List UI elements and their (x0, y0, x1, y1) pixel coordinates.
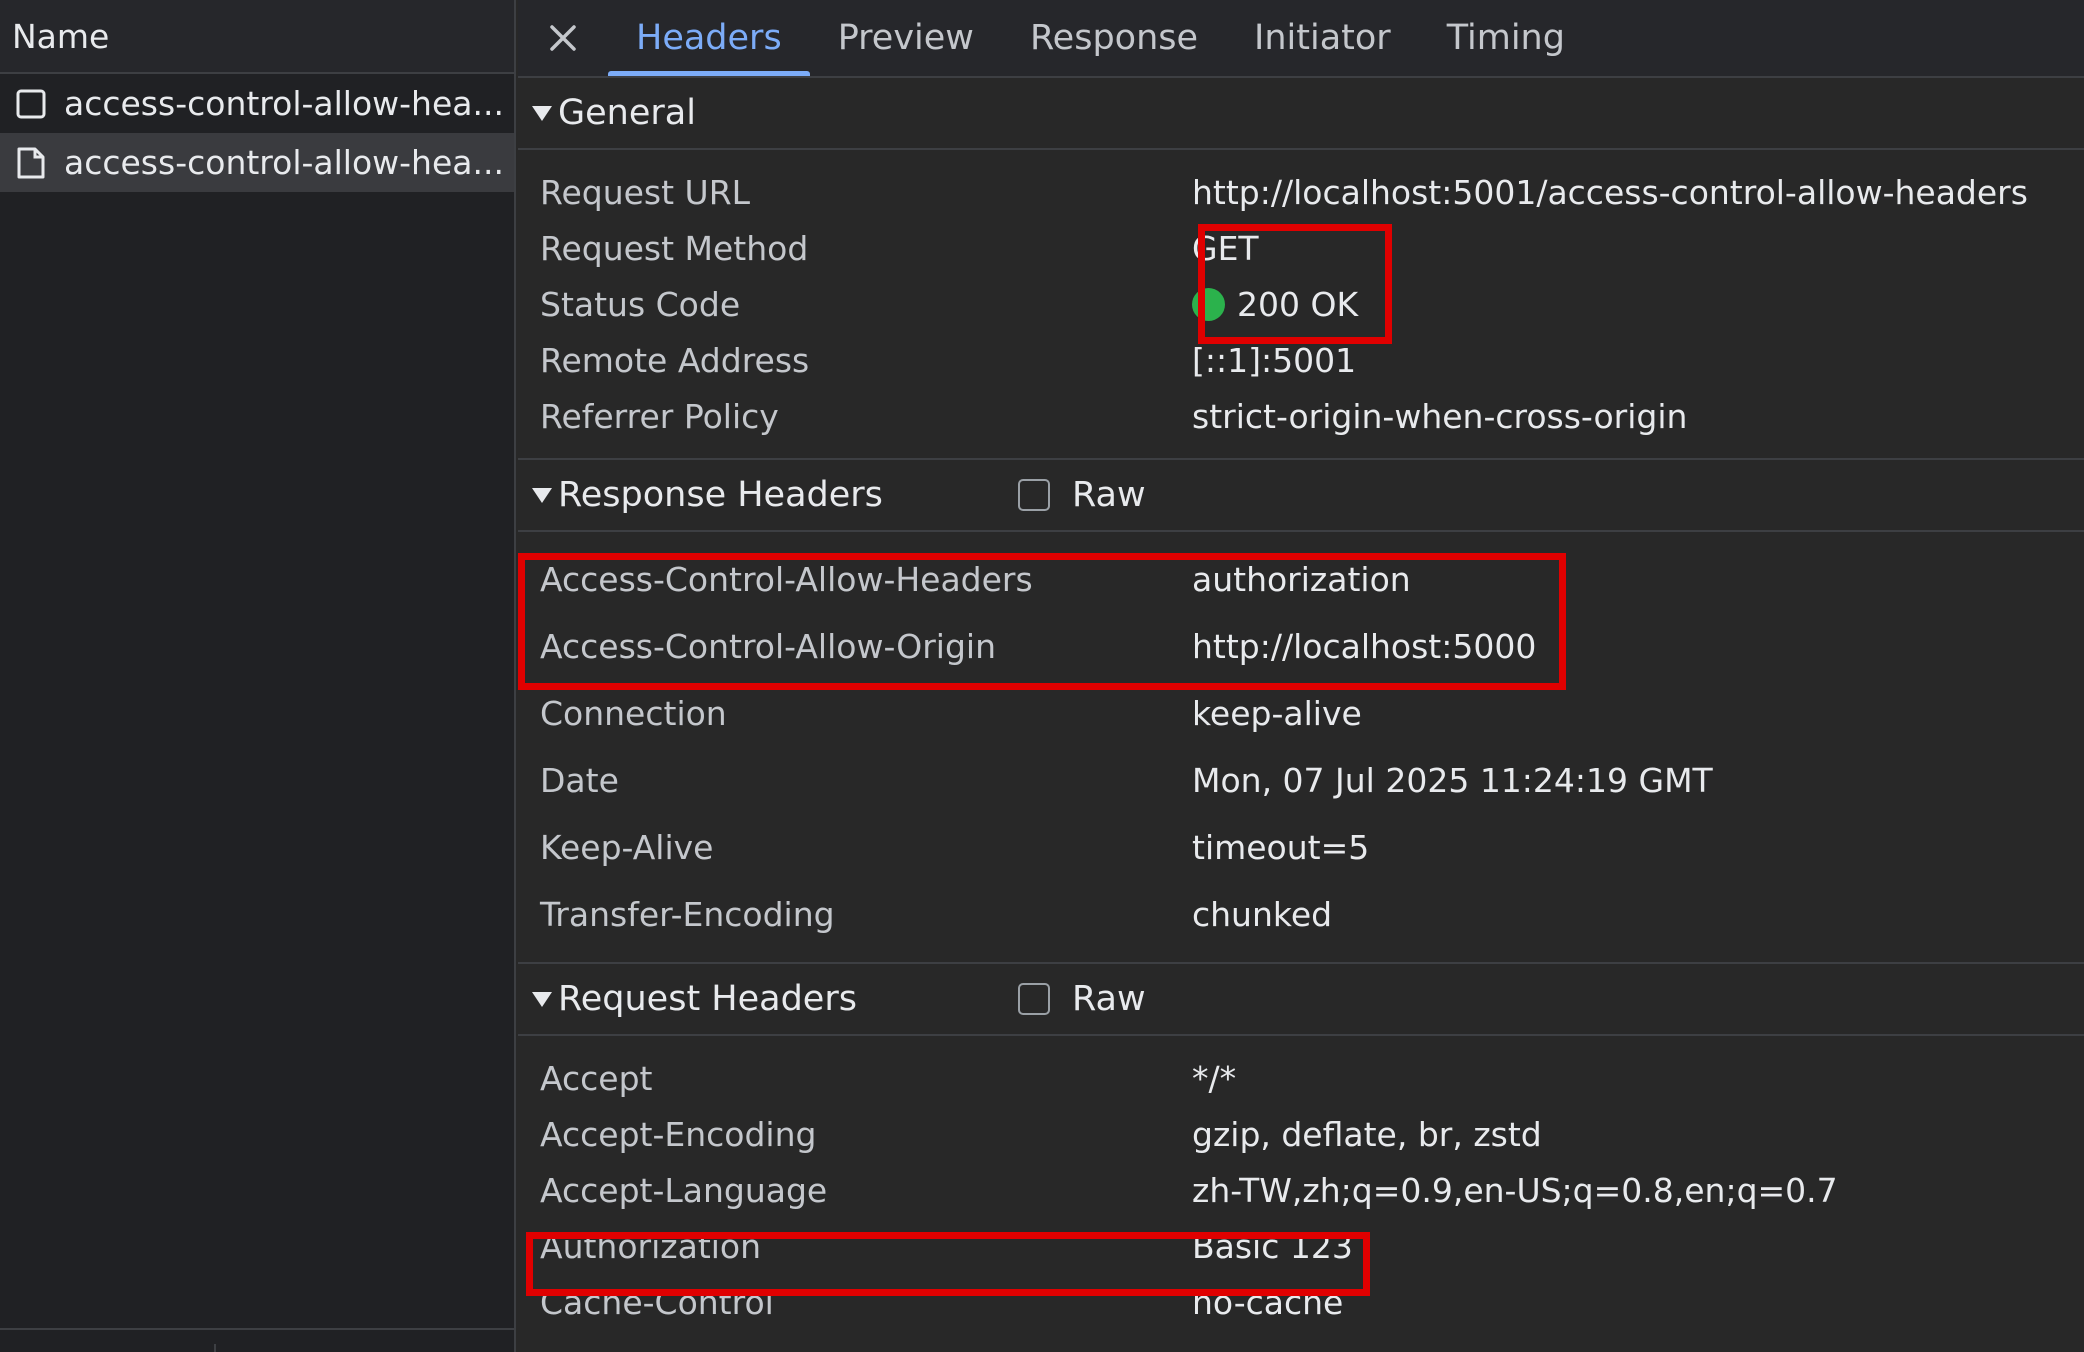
raw-label: Raw (1072, 475, 1146, 515)
request-list-item-selected[interactable]: access-control-allow-hea... (0, 133, 514, 192)
general-section-header[interactable]: General (518, 78, 2084, 150)
details-tabbar: Headers Preview Response Initiator Timin… (518, 0, 2084, 78)
header-value: gzip, deflate, br, zstd (1192, 1114, 1542, 1154)
header-row: Referrer Policy strict-origin-when-cross… (518, 388, 2084, 444)
header-value: Mon, 07 Jul 2025 11:24:19 GMT (1192, 761, 1713, 800)
header-row: Access-Control-Allow-Origin http://local… (518, 613, 2084, 680)
header-row: Transfer-Encoding chunked (518, 881, 2084, 948)
raw-checkbox[interactable] (1018, 983, 1050, 1015)
status-value: 200 OK (1192, 285, 1358, 324)
devtools-network-panel: Name access-control-allow-hea... access-… (0, 0, 2084, 1352)
request-name: access-control-allow-hea... (64, 143, 504, 182)
header-value: timeout=5 (1192, 828, 1370, 867)
header-row: Accept */* (518, 1050, 2084, 1106)
raw-checkbox[interactable] (1018, 479, 1050, 511)
status-bar (0, 1328, 516, 1352)
status-ok-icon (1192, 287, 1225, 321)
request-list-item[interactable]: access-control-allow-hea... (0, 74, 514, 133)
header-key: Transfer-Encoding (540, 895, 835, 934)
section-title: Response Headers (558, 475, 883, 515)
tab-headers[interactable]: Headers (608, 0, 810, 76)
header-value: keep-alive (1192, 694, 1362, 733)
header-key: Connection (540, 694, 727, 733)
document-icon (14, 146, 48, 180)
header-value: http://localhost:5001/access-control-all… (1192, 172, 2028, 212)
header-key: Access-Control-Allow-Origin (540, 627, 997, 666)
tab-initiator[interactable]: Initiator (1226, 0, 1419, 76)
collapse-triangle-icon (532, 487, 552, 503)
header-value: strict-origin-when-cross-origin (1192, 396, 1688, 436)
header-key: Accept (540, 1058, 653, 1098)
header-key: Remote Address (540, 340, 810, 380)
header-key: Date (540, 761, 619, 800)
header-key: Cache-Control (540, 1282, 774, 1322)
header-row: Connection keep-alive (518, 680, 2084, 747)
collapse-triangle-icon (532, 105, 552, 121)
request-details: Headers Preview Response Initiator Timin… (518, 0, 2084, 1352)
request-headers-section-header[interactable]: Request Headers Raw (518, 964, 2084, 1036)
header-value: authorization (1192, 560, 1411, 599)
header-key: Request URL (540, 172, 751, 212)
header-key: Authorization (540, 1226, 762, 1266)
header-value: Basic 123 (1192, 1226, 1353, 1266)
header-key: Access-Control-Allow-Headers (540, 560, 1033, 599)
header-row: Accept-Encoding gzip, deflate, br, zstd (518, 1106, 2084, 1162)
section-title: General (558, 93, 696, 133)
header-value: zh-TW,zh;q=0.9,en-US;q=0.8,en;q=0.7 (1192, 1170, 1838, 1210)
header-key: Keep-Alive (540, 828, 714, 867)
checkbox-icon (14, 87, 48, 121)
header-key: Accept-Language (540, 1170, 828, 1210)
header-row: Accept-Language zh-TW,zh;q=0.9,en-US;q=0… (518, 1162, 2084, 1218)
header-row: Authorization Basic 123 (518, 1218, 2084, 1274)
raw-toggle[interactable]: Raw (1018, 979, 1146, 1019)
header-value: no-cache (1192, 1282, 1344, 1322)
header-value: http://localhost:5000 (1192, 627, 1537, 666)
response-headers-section: Access-Control-Allow-Headers authorizati… (518, 532, 2084, 964)
tab-response[interactable]: Response (1002, 0, 1226, 76)
header-row: Status Code 200 OK (518, 276, 2084, 332)
header-value: [::1]:5001 (1192, 340, 1357, 380)
header-row: Remote Address [::1]:5001 (518, 332, 2084, 388)
header-value: */* (1192, 1058, 1237, 1098)
header-key: Referrer Policy (540, 396, 779, 436)
status-text: 200 OK (1237, 284, 1359, 324)
request-headers-section: Accept */* Accept-Encoding gzip, deflate… (518, 1036, 2084, 1344)
tab-timing[interactable]: Timing (1419, 0, 1593, 76)
section-title: Request Headers (558, 979, 857, 1019)
header-value: GET (1192, 228, 1259, 268)
close-icon[interactable] (518, 0, 608, 76)
header-row: Cache-Control no-cache (518, 1274, 2084, 1330)
response-headers-section-header[interactable]: Response Headers Raw (518, 460, 2084, 532)
raw-toggle[interactable]: Raw (1018, 475, 1146, 515)
header-row: Request URL http://localhost:5001/access… (518, 164, 2084, 220)
request-name: access-control-allow-hea... (64, 84, 504, 123)
header-key: Request Method (540, 228, 809, 268)
header-row: Date Mon, 07 Jul 2025 11:24:19 GMT (518, 747, 2084, 814)
header-key: Status Code (540, 284, 741, 324)
header-key: Accept-Encoding (540, 1114, 817, 1154)
collapse-triangle-icon (532, 991, 552, 1007)
header-value: chunked (1192, 895, 1333, 934)
header-row: Access-Control-Allow-Headers authorizati… (518, 546, 2084, 613)
request-list: Name access-control-allow-hea... access-… (0, 0, 516, 1352)
tab-preview[interactable]: Preview (810, 0, 1002, 76)
header-row: Keep-Alive timeout=5 (518, 814, 2084, 881)
header-row: Request Method GET (518, 220, 2084, 276)
raw-label: Raw (1072, 979, 1146, 1019)
name-column-header[interactable]: Name (0, 0, 514, 74)
general-section: Request URL http://localhost:5001/access… (518, 150, 2084, 460)
